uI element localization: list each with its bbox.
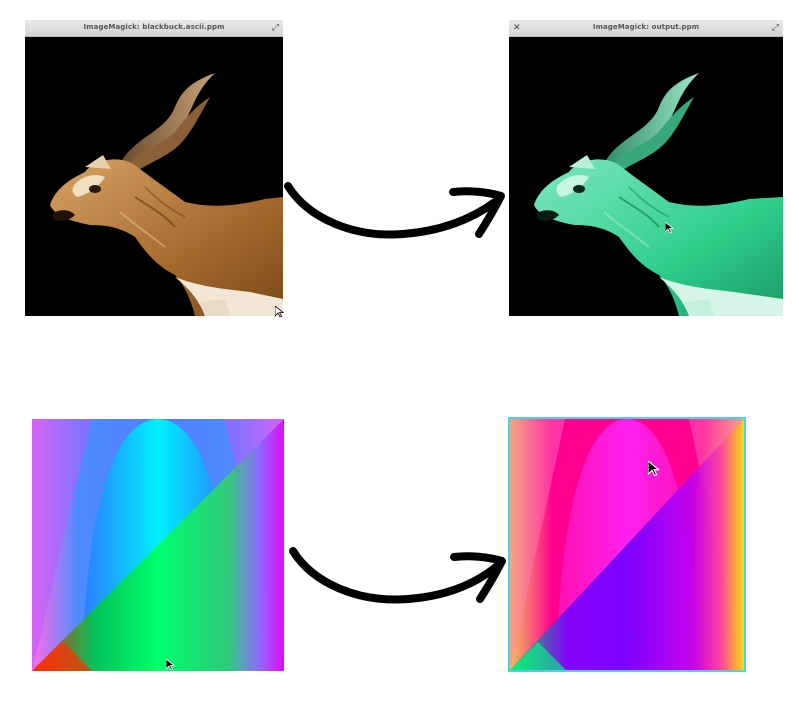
blackbuck-photo-processed: [509, 37, 783, 316]
window-titlebar: ImageMagick: blackbuck.ascii.ppm ⤢: [25, 20, 283, 37]
mouse-pointer-icon: [166, 659, 175, 671]
window-titlebar: ✕ ImageMagick: output.ppm ⤢: [509, 20, 783, 37]
blackbuck-photo: [25, 37, 283, 316]
output-gradient-image: [508, 417, 746, 672]
maximize-icon[interactable]: ⤢: [272, 23, 279, 33]
mouse-pointer-icon: [665, 222, 674, 234]
curved-arrow-icon: [284, 182, 505, 239]
maximize-icon[interactable]: ⤢: [772, 23, 779, 33]
mouse-pointer-icon: [275, 306, 284, 318]
input-gradient-image: [32, 419, 284, 671]
window-title: ImageMagick: blackbuck.ascii.ppm: [83, 23, 225, 31]
input-image-window: ImageMagick: blackbuck.ascii.ppm ⤢: [25, 20, 284, 318]
window-title: ImageMagick: output.ppm: [592, 23, 700, 31]
curved-arrow-icon: [289, 547, 506, 604]
output-image-window: ✕ ImageMagick: output.ppm ⤢: [509, 20, 783, 316]
mouse-pointer-icon: [648, 461, 660, 477]
